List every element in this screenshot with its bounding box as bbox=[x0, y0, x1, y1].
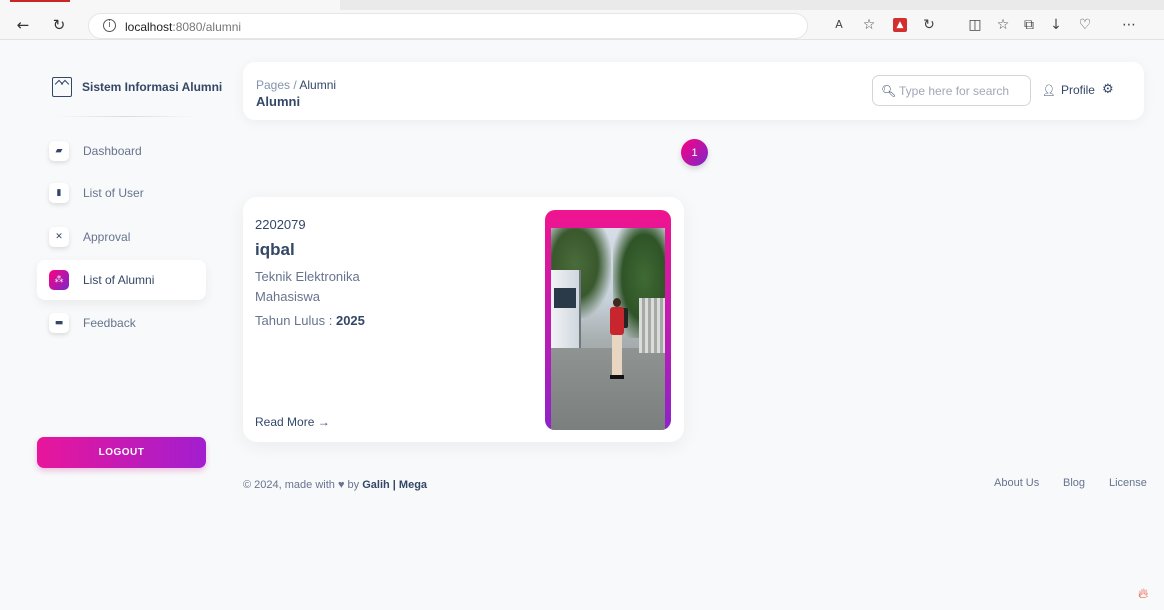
sidebar-item-label: Dashboard bbox=[83, 144, 142, 158]
graduation-year-value: 2025 bbox=[335, 313, 365, 328]
split-screen-icon[interactable]: ◫ bbox=[966, 16, 984, 34]
user-icon: 👤︎ bbox=[1042, 83, 1056, 97]
users-icon: ▮ bbox=[49, 183, 69, 203]
pagination-page-1[interactable]: 1 bbox=[681, 139, 708, 166]
profile-label: Profile bbox=[1060, 83, 1095, 97]
browser-toolbar: ← ↻ i localhost:8080/alumni A ☆ ▲ ↻ ◫ ☆ … bbox=[0, 0, 1164, 40]
brand-title: Sistem Informasi Alumni bbox=[82, 80, 223, 94]
gear-icon[interactable]: ⚙ bbox=[1102, 82, 1114, 97]
brand-logo-icon bbox=[52, 77, 72, 97]
alumni-photo bbox=[551, 228, 665, 430]
collections-icon[interactable]: ⧉ bbox=[1020, 16, 1038, 34]
search-input[interactable] bbox=[899, 82, 1024, 100]
footer-authors[interactable]: Galih | Mega bbox=[362, 479, 427, 491]
footer-prefix: © 2024, made with bbox=[243, 479, 335, 491]
address-bar[interactable]: i localhost:8080/alumni bbox=[88, 13, 808, 39]
read-aloud-icon[interactable]: A bbox=[830, 16, 848, 34]
page-title: Alumni bbox=[256, 94, 301, 109]
logout-button[interactable]: LOGOUT bbox=[37, 437, 206, 468]
shop-icon: ▰ bbox=[49, 141, 69, 161]
alumni-icon: ⁂ bbox=[49, 270, 69, 290]
footer-credit: © 2024, made with ♥ by Galih | Mega bbox=[243, 479, 427, 491]
brand[interactable]: Sistem Informasi Alumni bbox=[52, 77, 222, 97]
footer-link-license[interactable]: License bbox=[1109, 477, 1147, 489]
profile-link[interactable]: 👤︎ Profile bbox=[1042, 83, 1095, 97]
alumni-major: Teknik Elektronika bbox=[255, 269, 360, 284]
sidebar-item-label: Feedback bbox=[83, 316, 136, 330]
footer-by: by bbox=[347, 479, 360, 491]
footer-link-about-us[interactable]: About Us bbox=[994, 477, 1039, 489]
health-icon[interactable]: ♡ bbox=[1076, 16, 1094, 34]
heart-icon: ♥ bbox=[337, 479, 345, 491]
sidebar-item-list-of-user[interactable]: ▮ List of User bbox=[37, 173, 206, 213]
more-menu-icon[interactable]: ⋯ bbox=[1120, 16, 1138, 34]
alumni-graduation-year: Tahun Lulus : 2025 bbox=[255, 313, 365, 328]
breadcrumb-current: Alumni bbox=[299, 78, 337, 92]
flame-icon[interactable]: 🔥︎ bbox=[1138, 586, 1152, 602]
search-icon: 🔍︎ bbox=[881, 84, 897, 98]
sidebar-item-dashboard[interactable]: ▰ Dashboard bbox=[37, 131, 206, 171]
alumni-photo-frame bbox=[545, 210, 671, 430]
card-icon: ▬ bbox=[49, 313, 69, 333]
tab-accent bbox=[10, 0, 70, 2]
back-icon[interactable]: ← bbox=[14, 16, 32, 34]
sidebar-item-feedback[interactable]: ▬ Feedback bbox=[37, 303, 206, 343]
search-box[interactable]: 🔍︎ bbox=[872, 75, 1031, 106]
extension-pdf-icon[interactable]: ▲ bbox=[893, 18, 907, 32]
graduation-label: Tahun Lulus : bbox=[255, 313, 333, 328]
tools-icon: ✕ bbox=[49, 227, 69, 247]
sidebar-item-approval[interactable]: ✕ Approval bbox=[37, 217, 206, 257]
alumni-status: Mahasiswa bbox=[255, 289, 321, 304]
info-icon[interactable]: i bbox=[103, 19, 116, 32]
breadcrumb-separator: / bbox=[293, 78, 297, 92]
footer-link-blog[interactable]: Blog bbox=[1063, 477, 1085, 489]
breadcrumb-root[interactable]: Pages bbox=[256, 78, 290, 92]
favorites-icon[interactable]: ☆ bbox=[994, 16, 1012, 34]
address-url[interactable]: localhost:8080/alumni bbox=[125, 20, 241, 34]
extension-icon[interactable]: ↻ bbox=[920, 16, 938, 34]
sidebar-item-label: Approval bbox=[83, 230, 131, 244]
top-navbar: Pages / Alumni Alumni 🔍︎ 👤︎ Profile ⚙ bbox=[243, 62, 1144, 120]
breadcrumb: Pages / Alumni bbox=[256, 78, 336, 92]
sidebar-item-list-of-alumni[interactable]: ⁂ List of Alumni bbox=[37, 260, 206, 300]
sidebar-item-label: List of Alumni bbox=[83, 273, 155, 287]
alumni-name: iqbal bbox=[255, 240, 295, 259]
read-more-link[interactable]: Read More → bbox=[255, 415, 330, 429]
read-more-label: Read More bbox=[255, 415, 315, 429]
reload-icon[interactable]: ↻ bbox=[50, 16, 68, 34]
sidebar-divider bbox=[56, 116, 196, 117]
alumni-card: 2202079 iqbal Teknik Elektronika Mahasis… bbox=[243, 197, 684, 442]
page-body: Sistem Informasi Alumni ▰ Dashboard ▮ Li… bbox=[0, 41, 1164, 610]
arrow-right-icon: → bbox=[317, 415, 330, 429]
alumni-nim: 2202079 bbox=[255, 217, 306, 232]
favorite-star-icon[interactable]: ☆ bbox=[860, 16, 878, 34]
downloads-icon[interactable]: ↓ bbox=[1047, 16, 1065, 34]
sidebar-item-label: List of User bbox=[83, 186, 144, 200]
